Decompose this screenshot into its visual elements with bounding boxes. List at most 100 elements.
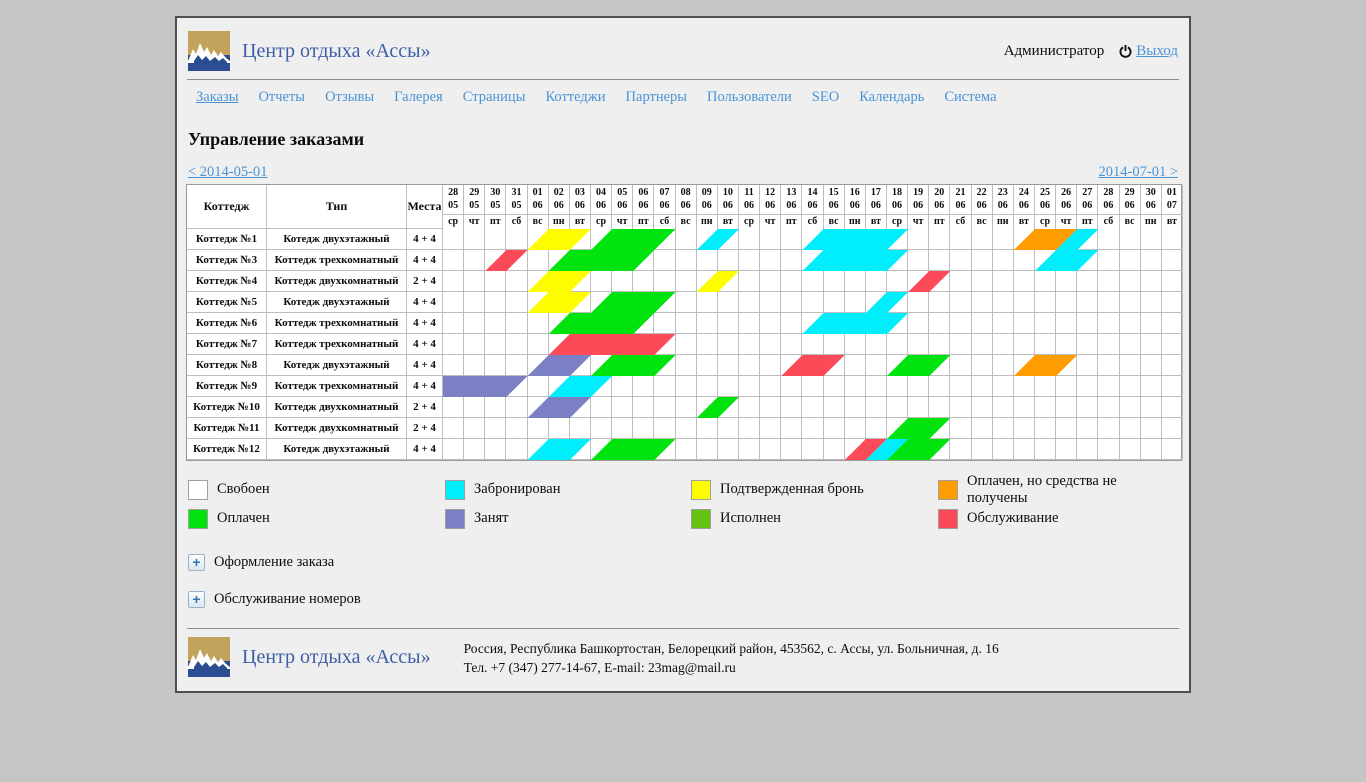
day-cell[interactable]: [739, 271, 760, 291]
day-cell[interactable]: [676, 229, 697, 249]
day-cell[interactable]: [485, 229, 506, 249]
day-cell[interactable]: [718, 250, 739, 270]
day-cell[interactable]: [1098, 376, 1119, 396]
day-cell[interactable]: [929, 376, 950, 396]
day-cell[interactable]: [676, 271, 697, 291]
day-cell[interactable]: [1098, 250, 1119, 270]
day-cell[interactable]: [950, 334, 971, 354]
day-cell[interactable]: [929, 250, 950, 270]
day-cell[interactable]: [972, 334, 993, 354]
logout-link-text[interactable]: Выход: [1136, 43, 1178, 60]
day-cell[interactable]: [654, 397, 675, 417]
day-cell[interactable]: [506, 439, 527, 459]
day-cell[interactable]: [633, 418, 654, 438]
day-cell[interactable]: [993, 229, 1014, 249]
day-cell[interactable]: [718, 313, 739, 333]
day-cell[interactable]: [633, 376, 654, 396]
day-cell[interactable]: [972, 439, 993, 459]
day-cell[interactable]: [1035, 376, 1056, 396]
nav-item-4[interactable]: Страницы: [463, 89, 526, 106]
day-cell[interactable]: [464, 313, 485, 333]
day-cell[interactable]: [739, 355, 760, 375]
day-cell[interactable]: [760, 418, 781, 438]
day-cell[interactable]: [654, 376, 675, 396]
day-cell[interactable]: [993, 418, 1014, 438]
day-cell[interactable]: [654, 250, 675, 270]
day-cell[interactable]: [1056, 376, 1077, 396]
day-cell[interactable]: [697, 313, 718, 333]
day-cell[interactable]: [464, 439, 485, 459]
day-cell[interactable]: [993, 271, 1014, 291]
day-cell[interactable]: [485, 313, 506, 333]
day-cell[interactable]: [972, 271, 993, 291]
day-cell[interactable]: [845, 418, 866, 438]
nav-item-7[interactable]: Пользователи: [707, 89, 792, 106]
day-cell[interactable]: [866, 355, 887, 375]
day-cell[interactable]: [528, 376, 549, 396]
day-cell[interactable]: [443, 271, 464, 291]
day-cell[interactable]: [485, 439, 506, 459]
day-cell[interactable]: [781, 397, 802, 417]
nav-item-8[interactable]: SEO: [812, 89, 839, 106]
day-cell[interactable]: [908, 313, 929, 333]
nav-item-3[interactable]: Галерея: [394, 89, 443, 106]
day-cell[interactable]: [1014, 313, 1035, 333]
day-cell[interactable]: [1141, 271, 1162, 291]
day-cell[interactable]: [929, 229, 950, 249]
day-cell[interactable]: [929, 334, 950, 354]
day-cell[interactable]: [760, 292, 781, 312]
day-cell[interactable]: [1162, 397, 1183, 417]
day-cell[interactable]: [866, 418, 887, 438]
nav-item-6[interactable]: Партнеры: [626, 89, 688, 106]
expand-plus-icon[interactable]: +: [188, 554, 205, 571]
day-cell[interactable]: [1098, 292, 1119, 312]
day-cell[interactable]: [929, 292, 950, 312]
day-cell[interactable]: [697, 292, 718, 312]
day-cell[interactable]: [739, 229, 760, 249]
day-cell[interactable]: [908, 334, 929, 354]
action-link-0[interactable]: Оформление заказа: [214, 554, 334, 571]
day-cell[interactable]: [718, 355, 739, 375]
day-cell[interactable]: [1141, 292, 1162, 312]
day-cell[interactable]: [676, 292, 697, 312]
day-cell[interactable]: [1077, 439, 1098, 459]
day-cell[interactable]: [591, 397, 612, 417]
day-cell[interactable]: [950, 439, 971, 459]
day-cell[interactable]: [485, 334, 506, 354]
day-cell[interactable]: [528, 313, 549, 333]
action-link-1[interactable]: Обслуживание номеров: [214, 591, 361, 608]
day-cell[interactable]: [1077, 376, 1098, 396]
day-cell[interactable]: [697, 376, 718, 396]
day-cell[interactable]: [824, 376, 845, 396]
expand-plus-icon[interactable]: +: [188, 591, 205, 608]
day-cell[interactable]: [1120, 250, 1141, 270]
day-cell[interactable]: [972, 418, 993, 438]
day-cell[interactable]: [1035, 418, 1056, 438]
day-cell[interactable]: [697, 334, 718, 354]
day-cell[interactable]: [1141, 250, 1162, 270]
day-cell[interactable]: [464, 334, 485, 354]
day-cell[interactable]: [993, 292, 1014, 312]
day-cell[interactable]: [908, 397, 929, 417]
day-cell[interactable]: [549, 418, 570, 438]
day-cell[interactable]: [972, 376, 993, 396]
day-cell[interactable]: [1141, 418, 1162, 438]
day-cell[interactable]: [908, 376, 929, 396]
day-cell[interactable]: [1098, 313, 1119, 333]
day-cell[interactable]: [1035, 397, 1056, 417]
day-cell[interactable]: [718, 376, 739, 396]
day-cell[interactable]: [1162, 334, 1183, 354]
day-cell[interactable]: [802, 271, 823, 291]
day-cell[interactable]: [781, 271, 802, 291]
day-cell[interactable]: [528, 334, 549, 354]
day-cell[interactable]: [1056, 334, 1077, 354]
day-cell[interactable]: [654, 418, 675, 438]
day-cell[interactable]: [676, 397, 697, 417]
day-cell[interactable]: [1098, 334, 1119, 354]
day-cell[interactable]: [1077, 334, 1098, 354]
day-cell[interactable]: [1035, 334, 1056, 354]
day-cell[interactable]: [1056, 292, 1077, 312]
day-cell[interactable]: [697, 418, 718, 438]
day-cell[interactable]: [908, 229, 929, 249]
day-cell[interactable]: [760, 313, 781, 333]
